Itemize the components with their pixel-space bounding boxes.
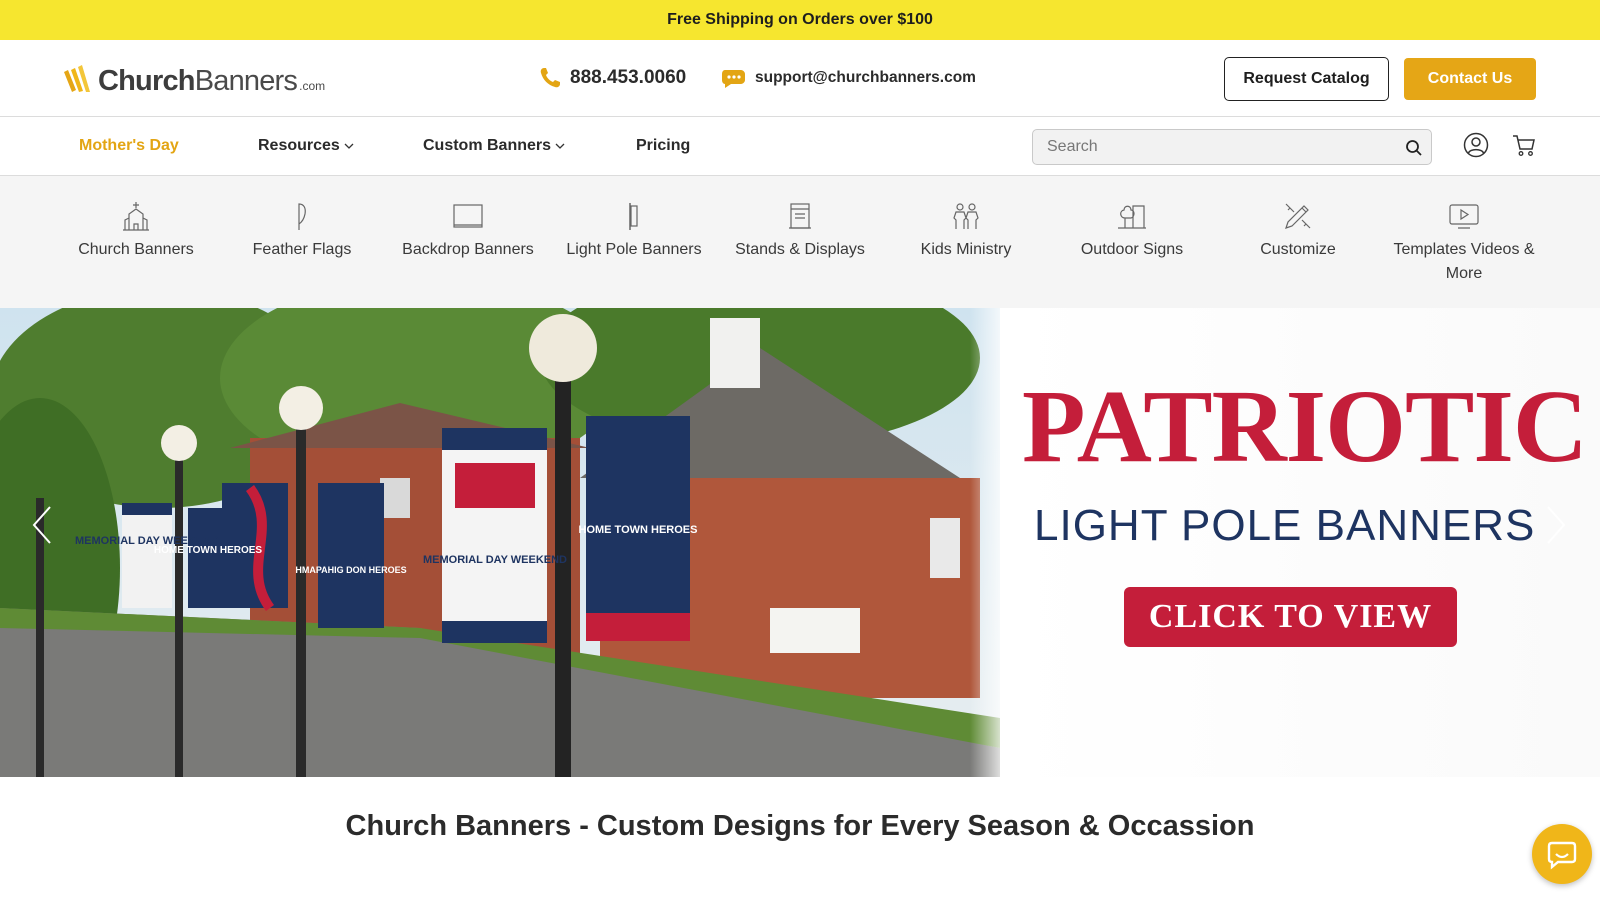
category-feather-flags[interactable]: Feather Flags (219, 176, 385, 262)
church-icon (123, 202, 149, 231)
hero-cta-button[interactable]: CLICK TO VIEW (1124, 587, 1457, 647)
phone-icon (540, 68, 560, 88)
kids-icon (953, 203, 979, 229)
outdoor-sign-icon (1118, 205, 1146, 229)
category-label: Light Pole Banners (566, 241, 702, 258)
page-title: Church Banners - Custom Designs for Ever… (345, 810, 1255, 842)
nav-item-mothers-day[interactable]: Mother's Day (79, 137, 179, 155)
live-chat-button[interactable] (1532, 824, 1592, 884)
logo-brand-rest: Banners (194, 65, 298, 97)
logo-brand-bold: Church (98, 65, 196, 97)
contact-us-button[interactable]: Contact Us (1404, 58, 1536, 100)
category-templates-videos[interactable]: Templates Videos & More (1381, 176, 1547, 286)
category-label: Kids Ministry (920, 241, 1012, 258)
banner-text: HOME TOWN HEROES (579, 524, 698, 536)
light-pole-icon (629, 203, 638, 230)
category-backdrop-banners[interactable]: Backdrop Banners (385, 176, 551, 262)
category-label: Stands & Displays (735, 241, 865, 258)
banner-text: HOME TOWN HEROES (154, 545, 262, 556)
site-logo[interactable]: ChurchBanners .com (62, 60, 325, 96)
carousel-next-icon[interactable] (1540, 503, 1570, 547)
category-kids-ministry[interactable]: Kids Ministry (883, 176, 1049, 262)
email-address: support@churchbanners.com (755, 69, 976, 86)
hero-carousel[interactable]: MEMORIAL DAY WEEKEND HOME TOWN HEROES HM… (0, 308, 1600, 777)
chevron-down-icon (344, 143, 354, 149)
nav-item-label: Custom Banners (423, 137, 552, 154)
category-label: Church Banners (78, 241, 194, 258)
category-stands-displays[interactable]: Stands & Displays (717, 176, 883, 262)
logo-banner-icon (64, 65, 90, 92)
phone-link[interactable]: 888.453.0060 (538, 66, 686, 90)
cart-icon[interactable] (1511, 132, 1537, 158)
logo-suffix: .com (299, 79, 326, 93)
chevron-down-icon (555, 143, 565, 149)
site-header: ChurchBanners .com 888.453.0060 support@… (0, 40, 1600, 117)
feather-flag-icon (298, 203, 306, 230)
nav-item-label: Resources (258, 137, 340, 154)
category-label: Customize (1260, 241, 1336, 258)
nav-item-label: Pricing (636, 137, 691, 154)
category-church-banners[interactable]: Church Banners (53, 176, 219, 262)
nav-item-custom-banners[interactable]: Custom Banners (423, 137, 565, 155)
stand-icon (789, 203, 811, 229)
banner-text: HMAPAHIG DON HEROES (295, 565, 406, 575)
promo-text: Free Shipping on Orders over $100 (667, 11, 933, 28)
carousel-prev-icon[interactable] (28, 503, 58, 547)
nav-item-pricing[interactable]: Pricing (636, 137, 690, 155)
search-input[interactable] (1033, 130, 1373, 164)
category-label: Feather Flags (252, 241, 352, 258)
customize-icon (1285, 203, 1311, 229)
backdrop-icon (453, 204, 483, 228)
email-link[interactable]: support@churchbanners.com (721, 66, 976, 90)
hero-photo: MEMORIAL DAY WEEKEND HOME TOWN HEROES HM… (0, 308, 1000, 777)
category-customize[interactable]: Customize (1215, 176, 1381, 262)
category-label: Outdoor Signs (1080, 241, 1184, 258)
category-outdoor-signs[interactable]: Outdoor Signs (1049, 176, 1215, 262)
hero-subtitle: LIGHT POLE BANNERS (1034, 501, 1536, 550)
request-catalog-button[interactable]: Request Catalog (1224, 57, 1389, 101)
category-label: Backdrop Banners (402, 241, 534, 258)
search-icon[interactable] (1405, 139, 1423, 157)
banner-text: MEMORIAL DAY WEEKEND (423, 554, 567, 566)
hero-title: PATRIOTIC (1022, 369, 1588, 484)
search-box (1032, 129, 1432, 165)
category-label: Templates Videos & More (1393, 241, 1535, 282)
account-icon[interactable] (1463, 132, 1489, 158)
chat-bubble-icon (722, 70, 745, 88)
main-nav: Mother's Day Resources Custom Banners Pr… (0, 117, 1600, 176)
nav-item-label: Mother's Day (79, 137, 179, 154)
chat-icon (1547, 841, 1577, 870)
phone-number: 888.453.0060 (570, 67, 687, 88)
nav-item-resources[interactable]: Resources (258, 137, 354, 155)
video-icon (1449, 204, 1479, 229)
category-bar: Church Banners Feather Flags Backdrop Ba… (0, 176, 1600, 308)
promo-bar: Free Shipping on Orders over $100 (0, 0, 1600, 40)
category-light-pole-banners[interactable]: Light Pole Banners (551, 176, 717, 262)
